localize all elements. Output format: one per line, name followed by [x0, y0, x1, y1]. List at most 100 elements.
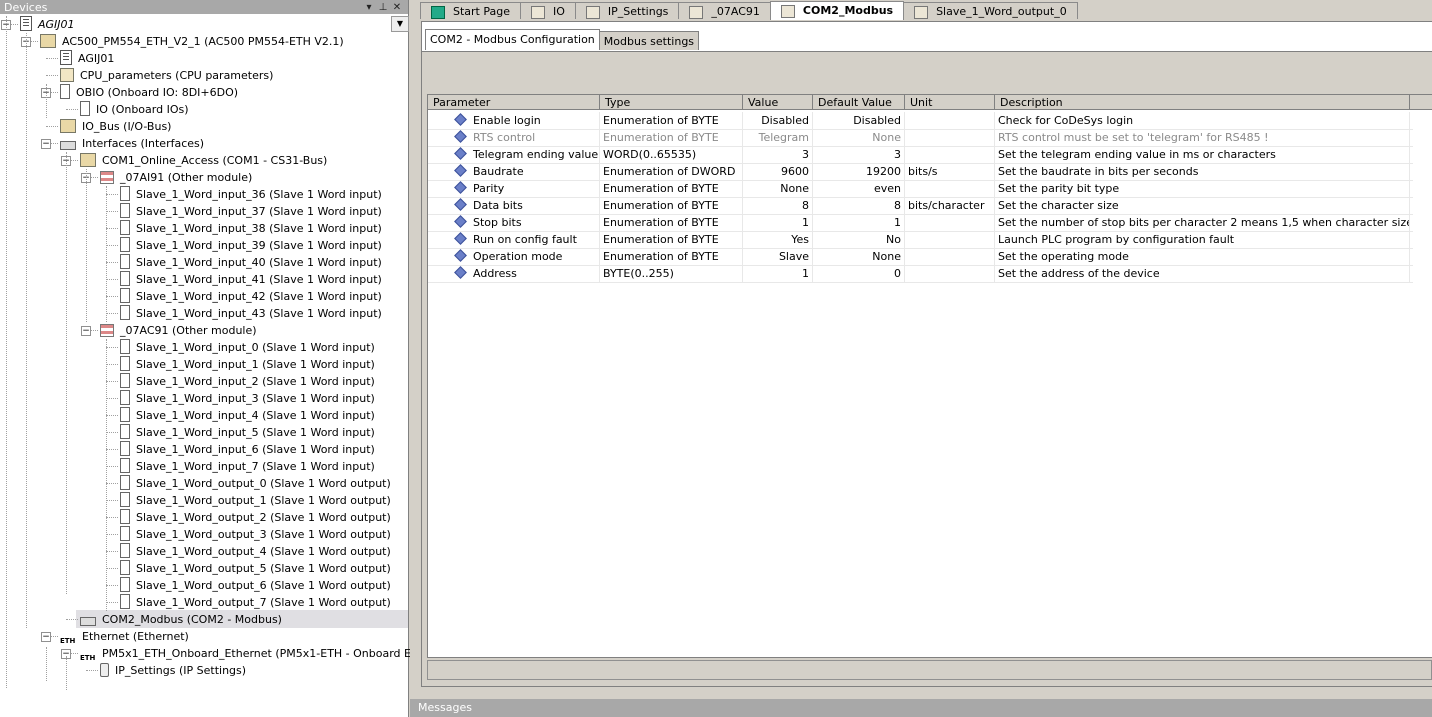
table-row[interactable]: Run on config fault Enumeration of BYTE Ye…	[428, 231, 1413, 249]
tab-07ac91[interactable]: _07AC91	[678, 2, 771, 19]
tree-node-label: Interfaces (Interfaces)	[82, 137, 205, 150]
tree-node[interactable]: Slave_1_Word_output_7 (Slave 1 Word outp…	[120, 594, 393, 611]
table-row[interactable]: Telegram ending value WORD(0..65535) 3 3 Set…	[428, 146, 1413, 164]
column-header-unit[interactable]: Unit	[905, 95, 995, 110]
cell-value[interactable]: None	[743, 180, 813, 197]
tree-node[interactable]: Slave_1_Word_output_4 (Slave 1 Word outp…	[120, 543, 393, 560]
cell-parameter: Baudrate	[428, 163, 600, 180]
tree-node-label: Slave_1_Word_input_4 (Slave 1 Word input…	[136, 409, 375, 422]
cell-value[interactable]: 1	[743, 265, 813, 282]
editor-tab-strip: Start Page IO IP_Settings _07AC91 COM2_Modbu…	[420, 1, 1078, 20]
tree-node[interactable]: Slave_1_Word_input_7 (Slave 1 Word input…	[120, 458, 377, 475]
io-icon	[120, 526, 130, 541]
tab-label: COM2_Modbus	[802, 4, 894, 17]
tree-node[interactable]: AGIJ01	[60, 50, 116, 67]
tree-node[interactable]: Slave_1_Word_input_6 (Slave 1 Word input…	[120, 441, 377, 458]
tree-node[interactable]: IO_Bus (I/O-Bus)	[60, 118, 173, 135]
table-row[interactable]: Stop bits Enumeration of BYTE 1 1 Set the nu…	[428, 214, 1413, 232]
tree-node[interactable]: Slave_1_Word_output_6 (Slave 1 Word outp…	[120, 577, 393, 594]
tree-connector	[106, 347, 118, 348]
io-icon	[120, 390, 130, 405]
cell-value[interactable]: 3	[743, 146, 813, 163]
tree-node[interactable]: Slave_1_Word_input_2 (Slave 1 Word input…	[120, 373, 377, 390]
table-row[interactable]: Data bits Enumeration of BYTE 8 8 bits/chara…	[428, 197, 1413, 215]
tree-node[interactable]: Slave_1_Word_input_42 (Slave 1 Word inpu…	[120, 288, 384, 305]
cell-type: Enumeration of BYTE	[600, 129, 743, 146]
subtab-com2-modbus-configuration[interactable]: COM2 - Modbus Configuration	[425, 29, 600, 50]
tree-node[interactable]: _07AI91 (Other module)	[100, 169, 254, 186]
tree-node[interactable]: Slave_1_Word_input_40 (Slave 1 Word inpu…	[120, 254, 384, 271]
tree-node-label: Slave_1_Word_input_7 (Slave 1 Word input…	[136, 460, 375, 473]
tree-node[interactable]: Slave_1_Word_input_4 (Slave 1 Word input…	[120, 407, 377, 424]
tree-node[interactable]: Slave_1_Word_input_1 (Slave 1 Word input…	[120, 356, 377, 373]
cell-value[interactable]: Slave	[743, 248, 813, 265]
cell-value[interactable]: Disabled	[743, 112, 813, 129]
tree-node[interactable]: IP_Settings (IP Settings)	[100, 662, 248, 679]
subtab-modbus-settings[interactable]: Modbus settings	[598, 31, 700, 50]
io-icon	[120, 509, 130, 524]
tree-node[interactable]: Slave_1_Word_input_0 (Slave 1 Word input…	[120, 339, 377, 356]
cell-value[interactable]: Yes	[743, 231, 813, 248]
cell-value[interactable]: Telegram	[743, 129, 813, 146]
tree-expander-icon[interactable]: −	[41, 139, 51, 149]
column-header-parameter[interactable]: Parameter	[428, 95, 600, 110]
tree-node[interactable]: COM1_Online_Access (COM1 - CS31-Bus)	[80, 152, 329, 169]
tab-io[interactable]: IO	[520, 2, 576, 19]
tree-node-label: Slave_1_Word_output_1 (Slave 1 Word outp…	[136, 494, 391, 507]
tree-node[interactable]: Interfaces (Interfaces)	[60, 135, 206, 152]
tree-node[interactable]: Slave_1_Word_input_5 (Slave 1 Word input…	[120, 424, 377, 441]
tree-node[interactable]: Slave_1_Word_input_43 (Slave 1 Word inpu…	[120, 305, 384, 322]
tree-node[interactable]: Slave_1_Word_input_39 (Slave 1 Word inpu…	[120, 237, 384, 254]
tree-node[interactable]: Slave_1_Word_input_38 (Slave 1 Word inpu…	[120, 220, 384, 237]
dropdown-icon[interactable]: ▾	[362, 2, 376, 13]
tree-guide-line	[46, 647, 47, 681]
tree-node[interactable]: AGIJ01	[20, 16, 77, 33]
tree-node[interactable]: ETH PM5x1_ETH_Onboard_Ethernet (PM5x1-ETH…	[80, 645, 449, 662]
tree-node[interactable]: Slave_1_Word_input_41 (Slave 1 Word inpu…	[120, 271, 384, 288]
tree-node[interactable]: Slave_1_Word_output_1 (Slave 1 Word outp…	[120, 492, 393, 509]
tree-node[interactable]: Slave_1_Word_output_3 (Slave 1 Word outp…	[120, 526, 393, 543]
column-header-default-value[interactable]: Default Value	[813, 95, 905, 110]
tree-node[interactable]: Slave_1_Word_input_36 (Slave 1 Word inpu…	[120, 186, 384, 203]
tree-node[interactable]: OBIO (Onboard IO: 8DI+6DO)	[60, 84, 240, 101]
tree-node[interactable]: Slave_1_Word_input_37 (Slave 1 Word inpu…	[120, 203, 384, 220]
table-row[interactable]: Address BYTE(0..255) 1 0 Set the address of …	[428, 265, 1413, 283]
pin-icon[interactable]: ⊥	[376, 2, 390, 13]
tree-node[interactable]: _07AC91 (Other module)	[100, 322, 259, 339]
tree-expander-icon[interactable]: −	[41, 632, 51, 642]
cell-parameter: Telegram ending value	[428, 146, 600, 163]
io-icon	[120, 339, 130, 354]
column-header-type[interactable]: Type	[600, 95, 743, 110]
tree-node[interactable]: IO (Onboard IOs)	[80, 101, 191, 118]
cell-value[interactable]: 1	[743, 214, 813, 231]
column-header-description[interactable]: Description	[995, 95, 1410, 110]
tab-start-page[interactable]: Start Page	[420, 2, 521, 19]
tree-expander-icon[interactable]: −	[81, 326, 91, 336]
close-icon[interactable]: ✕	[390, 2, 404, 13]
grid-horizontal-scrollbar[interactable]	[427, 660, 1432, 680]
table-row[interactable]: Operation mode Enumeration of BYTE Slave No…	[428, 248, 1413, 266]
table-row[interactable]: Enable login Enumeration of BYTE Disabled D…	[428, 112, 1413, 130]
tree-node[interactable]: Slave_1_Word_input_3 (Slave 1 Word input…	[120, 390, 377, 407]
tree-node[interactable]: CPU_parameters (CPU parameters)	[60, 67, 275, 84]
column-header-value[interactable]: Value	[743, 95, 813, 110]
tree-node[interactable]: COM2_Modbus (COM2 - Modbus)	[80, 611, 284, 628]
messages-panel-title[interactable]: Messages	[410, 699, 1432, 717]
tree-node[interactable]: ETH Ethernet (Ethernet)	[60, 628, 191, 645]
tree-node[interactable]: Slave_1_Word_output_5 (Slave 1 Word outp…	[120, 560, 393, 577]
tab-slave-1-word-output-0[interactable]: Slave_1_Word_output_0	[903, 2, 1078, 19]
tree-node[interactable]: Slave_1_Word_output_2 (Slave 1 Word outp…	[120, 509, 393, 526]
cell-value[interactable]: 9600	[743, 163, 813, 180]
cell-type: Enumeration of BYTE	[600, 231, 743, 248]
table-row[interactable]: RTS control Enumeration of BYTE Telegram No…	[428, 129, 1413, 147]
tree-node-label: Slave_1_Word_output_0 (Slave 1 Word outp…	[136, 477, 391, 490]
tree-node[interactable]: Slave_1_Word_output_0 (Slave 1 Word outp…	[120, 475, 393, 492]
tab-ip-settings[interactable]: IP_Settings	[574, 2, 680, 19]
cell-value[interactable]: 8	[743, 197, 813, 214]
cell-type: Enumeration of BYTE	[600, 214, 743, 231]
tab-com2-modbus[interactable]: COM2_Modbus	[769, 1, 905, 20]
table-row[interactable]: Baudrate Enumeration of DWORD 9600 19200 bit…	[428, 163, 1413, 181]
tree-connector	[46, 75, 58, 76]
tree-node[interactable]: AC500_PM554_ETH_V2_1 (AC500 PM554-ETH V2…	[40, 33, 346, 50]
table-row[interactable]: Parity Enumeration of BYTE None even Set the…	[428, 180, 1413, 198]
